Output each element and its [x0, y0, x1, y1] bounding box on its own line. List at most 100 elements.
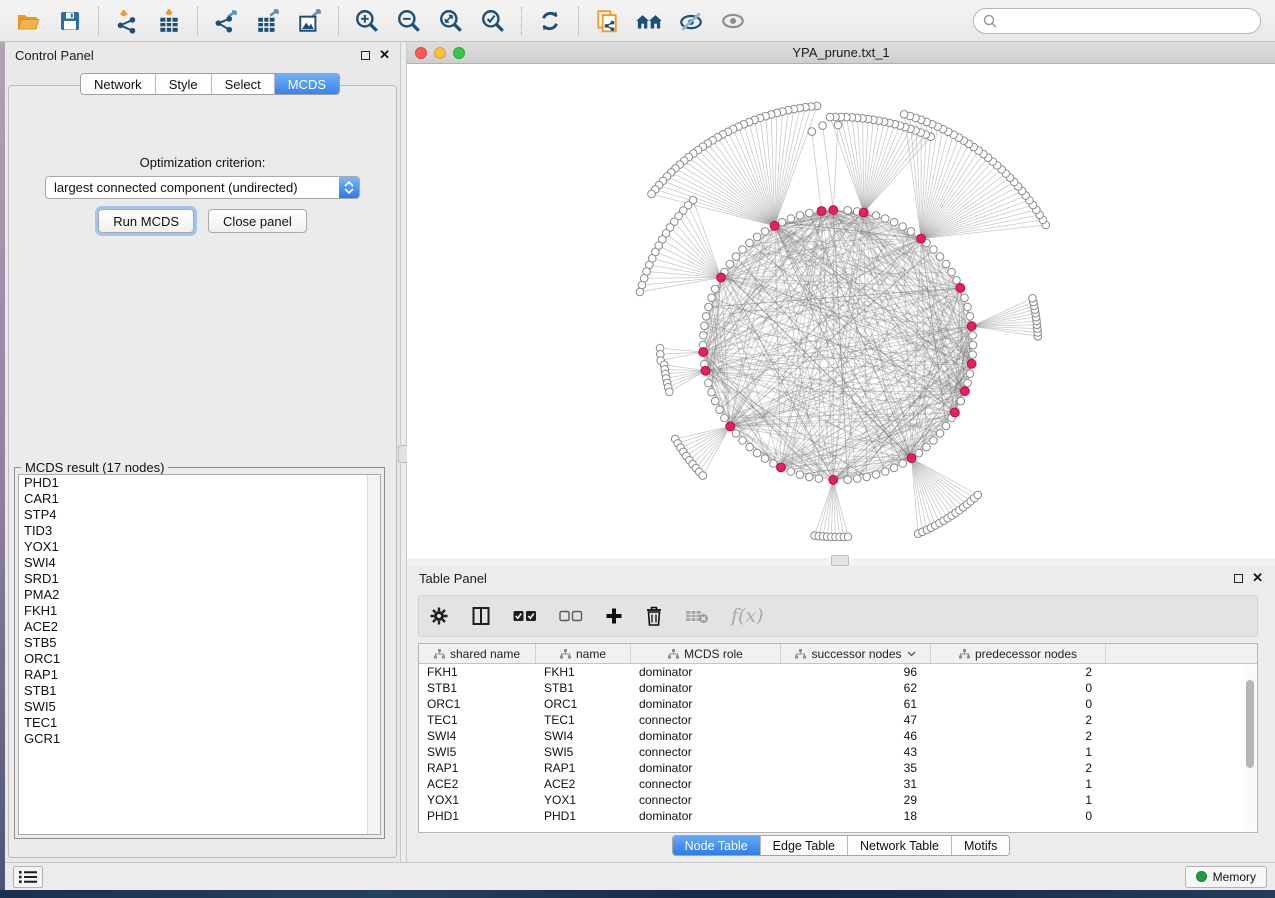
cell-name: FKH1	[536, 665, 631, 679]
import-table-icon[interactable]	[149, 3, 189, 39]
cell-name: SWI4	[536, 729, 631, 743]
tab-network-table[interactable]: Network Table	[848, 836, 952, 855]
mcds-result-item[interactable]: STB1	[19, 683, 380, 699]
table-row[interactable]: YOX1YOX1connector291	[419, 792, 1257, 808]
tab-select[interactable]: Select	[212, 74, 275, 94]
tab-node-table[interactable]: Node Table	[673, 836, 761, 855]
select-all-icon[interactable]	[513, 610, 537, 622]
horizontal-splitter[interactable]	[407, 558, 1275, 566]
tab-edge-table[interactable]: Edge Table	[761, 836, 848, 855]
table-row[interactable]: RAP1RAP1dominator352	[419, 760, 1257, 776]
cell-successor-nodes: 18	[781, 809, 931, 823]
tab-network[interactable]: Network	[81, 74, 156, 94]
mcds-result-item[interactable]: ACE2	[19, 619, 380, 635]
zoom-selected-icon[interactable]	[473, 3, 513, 39]
table-row[interactable]: FKH1FKH1dominator962	[419, 664, 1257, 680]
mcds-result-item[interactable]: FKH1	[19, 603, 380, 619]
tab-style[interactable]: Style	[156, 74, 212, 94]
settings-gear-icon[interactable]	[429, 606, 449, 626]
mcds-result-item[interactable]: YOX1	[19, 539, 380, 555]
control-panel: Control Panel ✕ NetworkStyleSelectMCDS O…	[5, 42, 400, 862]
close-panel-button[interactable]: Close panel	[208, 209, 307, 233]
cell-successor-nodes: 62	[781, 681, 931, 695]
network-title: YPA_prune.txt_1	[407, 45, 1275, 60]
delete-entry-icon[interactable]	[645, 606, 663, 626]
network-window: YPA_prune.txt_1	[407, 42, 1275, 558]
column-header-name[interactable]: name	[536, 644, 631, 663]
mcds-result-item[interactable]: ORC1	[19, 651, 380, 667]
refresh-icon[interactable]	[530, 3, 570, 39]
export-image-icon[interactable]	[290, 3, 330, 39]
export-network-icon[interactable]	[206, 3, 246, 39]
hide-selected-icon[interactable]	[671, 3, 711, 39]
mcds-result-item[interactable]: TEC1	[19, 715, 380, 731]
mcds-result-item[interactable]: STB5	[19, 635, 380, 651]
close-panel-icon[interactable]: ✕	[379, 50, 390, 60]
zoom-out-icon[interactable]	[389, 3, 429, 39]
cell-name: STB1	[536, 681, 631, 695]
save-icon[interactable]	[50, 3, 90, 39]
export-table-icon[interactable]	[248, 3, 288, 39]
table-row[interactable]: PHD1PHD1dominator180	[419, 808, 1257, 824]
cell-name: PHD1	[536, 809, 631, 823]
cell-successor-nodes: 47	[781, 713, 931, 727]
vertical-splitter[interactable]	[400, 42, 407, 862]
mcds-result-item[interactable]: GCR1	[19, 731, 380, 747]
show-hidden-icon[interactable]	[713, 3, 753, 39]
table-panel: Table Panel ✕ f(x) shared namenameMCDS	[407, 566, 1275, 862]
table-row[interactable]: STB1STB1dominator620	[419, 680, 1257, 696]
task-history-button[interactable]	[13, 866, 43, 888]
mcds-result-item[interactable]: PHD1	[19, 475, 380, 491]
duplicate-network-icon[interactable]	[587, 3, 627, 39]
table-row[interactable]: ORC1ORC1dominator610	[419, 696, 1257, 712]
deselect-all-icon[interactable]	[559, 610, 583, 622]
table-toolbar: f(x)	[418, 595, 1258, 637]
show-all-networks-icon[interactable]	[629, 3, 669, 39]
toggle-columns-icon[interactable]	[471, 606, 491, 626]
import-network-icon[interactable]	[107, 3, 147, 39]
column-header-shared-name[interactable]: shared name	[419, 644, 536, 663]
mcds-result-item[interactable]: SRD1	[19, 571, 380, 587]
table-row[interactable]: TEC1TEC1connector472	[419, 712, 1257, 728]
column-header-predecessor-nodes[interactable]: predecessor nodes	[931, 644, 1106, 663]
delete-table-icon[interactable]	[685, 608, 709, 624]
zoom-fit-icon[interactable]	[431, 3, 471, 39]
mcds-result-item[interactable]: CAR1	[19, 491, 380, 507]
mcds-result-item[interactable]: PMA2	[19, 587, 380, 603]
mcds-result-item[interactable]: STP4	[19, 507, 380, 523]
run-mcds-button[interactable]: Run MCDS	[98, 209, 194, 233]
table-row[interactable]: SWI4SWI4dominator462	[419, 728, 1257, 744]
table-row[interactable]: ACE2ACE2connector311	[419, 776, 1257, 792]
mcds-result-list[interactable]: PHD1CAR1STP4TID3YOX1SWI4SRD1PMA2FKH1ACE2…	[18, 474, 381, 835]
cell-predecessor-nodes: 2	[931, 761, 1106, 775]
search-field[interactable]	[973, 8, 1261, 34]
cell-shared-name: SWI5	[419, 745, 536, 759]
mcds-result-item[interactable]: SWI4	[19, 555, 380, 571]
mcds-list-scrollbar[interactable]	[367, 475, 380, 834]
network-canvas[interactable]	[407, 64, 1275, 557]
criterion-dropdown[interactable]: largest connected component (undirected)	[45, 176, 360, 199]
zoom-in-icon[interactable]	[347, 3, 387, 39]
mcds-result-item[interactable]: RAP1	[19, 667, 380, 683]
memory-button[interactable]: Memory	[1185, 866, 1267, 888]
column-header-successor-nodes[interactable]: successor nodes	[781, 644, 931, 663]
cell-successor-nodes: 96	[781, 665, 931, 679]
mcds-result-item[interactable]: TID3	[19, 523, 380, 539]
close-table-panel-icon[interactable]: ✕	[1252, 573, 1263, 583]
open-file-icon[interactable]	[8, 3, 48, 39]
column-header-MCDS-role[interactable]: MCDS role	[631, 644, 781, 663]
cell-successor-nodes: 43	[781, 745, 931, 759]
table-row[interactable]: SWI5SWI5connector431	[419, 744, 1257, 760]
horizontal-splitter-handle[interactable]	[831, 555, 849, 566]
tab-mcds[interactable]: MCDS	[275, 74, 339, 94]
add-entry-icon[interactable]	[605, 607, 623, 625]
search-input[interactable]	[998, 14, 1252, 28]
function-builder-icon[interactable]: f(x)	[731, 605, 764, 627]
table-scrollbar-thumb[interactable]	[1246, 680, 1254, 768]
tab-motifs[interactable]: Motifs	[952, 836, 1009, 855]
float-table-panel-icon[interactable]	[1234, 574, 1243, 583]
table-scrollbar[interactable]	[1244, 665, 1256, 831]
mcds-result-item[interactable]: SWI5	[19, 699, 380, 715]
float-panel-icon[interactable]	[361, 51, 370, 60]
cell-shared-name: PHD1	[419, 809, 536, 823]
